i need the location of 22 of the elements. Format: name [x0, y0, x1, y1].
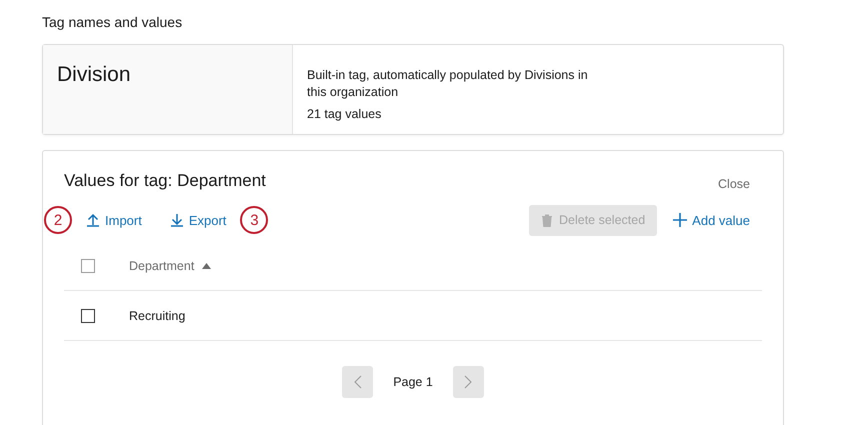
tag-name: Division — [57, 63, 132, 87]
callout-number: 3 — [240, 206, 268, 234]
tag-value-count: 21 tag values — [307, 106, 382, 123]
table-cell: Recruiting — [129, 308, 186, 322]
callout-number: 2 — [44, 206, 72, 234]
checkbox[interactable] — [81, 308, 95, 322]
trash-icon — [541, 214, 553, 226]
import-link[interactable]: Import — [86, 212, 142, 228]
checkbox[interactable] — [81, 258, 95, 272]
column-header[interactable]: Department — [129, 258, 212, 272]
page-label: Page 1 — [393, 375, 433, 389]
chevron-left-icon — [354, 375, 362, 389]
upload-icon — [86, 213, 100, 227]
tag-description: Built-in tag, automatically populated by Divisions in this organization — [307, 67, 589, 101]
close-link[interactable]: Close — [718, 177, 750, 191]
section-heading: Tag names and values — [42, 14, 184, 30]
add-value-link[interactable]: Add value — [673, 212, 750, 228]
export-link[interactable]: Export — [170, 212, 226, 228]
chevron-right-icon — [464, 375, 472, 389]
plus-icon — [673, 213, 688, 227]
panel-title: Values for tag: Department — [64, 171, 266, 191]
download-icon — [170, 213, 184, 227]
